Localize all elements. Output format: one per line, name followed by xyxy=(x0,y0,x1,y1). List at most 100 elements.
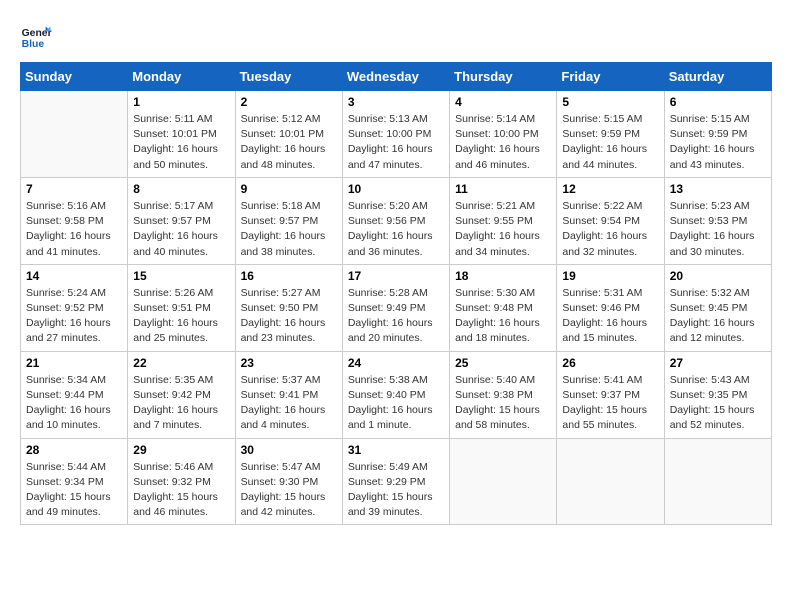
day-info: Sunrise: 5:30 AM Sunset: 9:48 PM Dayligh… xyxy=(455,286,551,347)
day-number: 25 xyxy=(455,356,551,370)
day-info: Sunrise: 5:20 AM Sunset: 9:56 PM Dayligh… xyxy=(348,199,444,260)
calendar-cell: 18 Sunrise: 5:30 AM Sunset: 9:48 PM Dayli… xyxy=(450,264,557,351)
calendar-cell: 1 Sunrise: 5:11 AM Sunset: 10:01 PM Dayli… xyxy=(128,91,235,178)
calendar-cell: 3 Sunrise: 5:13 AM Sunset: 10:00 PM Dayli… xyxy=(342,91,449,178)
calendar-cell xyxy=(21,91,128,178)
day-number: 10 xyxy=(348,182,444,196)
calendar-cell xyxy=(664,438,771,525)
calendar-cell xyxy=(450,438,557,525)
day-info: Sunrise: 5:23 AM Sunset: 9:53 PM Dayligh… xyxy=(670,199,766,260)
day-number: 1 xyxy=(133,95,229,109)
weekday-header-monday: Monday xyxy=(128,63,235,91)
weekday-header-friday: Friday xyxy=(557,63,664,91)
day-number: 20 xyxy=(670,269,766,283)
logo-icon: General Blue xyxy=(20,20,52,52)
day-info: Sunrise: 5:37 AM Sunset: 9:41 PM Dayligh… xyxy=(241,373,337,434)
calendar-cell: 17Sunrise: 5:28 AM Sunset: 9:49 PM Dayli… xyxy=(342,264,449,351)
day-info: Sunrise: 5:21 AM Sunset: 9:55 PM Dayligh… xyxy=(455,199,551,260)
weekday-header-saturday: Saturday xyxy=(664,63,771,91)
logo: General Blue xyxy=(20,20,52,52)
calendar-cell: 8Sunrise: 5:17 AM Sunset: 9:57 PM Daylig… xyxy=(128,177,235,264)
day-number: 17 xyxy=(348,269,444,283)
calendar-cell: 26 Sunrise: 5:41 AM Sunset: 9:37 PM Dayli… xyxy=(557,351,664,438)
day-info: Sunrise: 5:38 AM Sunset: 9:40 PM Dayligh… xyxy=(348,373,444,434)
day-number: 13 xyxy=(670,182,766,196)
calendar-cell: 14 Sunrise: 5:24 AM Sunset: 9:52 PM Dayli… xyxy=(21,264,128,351)
day-info: Sunrise: 5:24 AM Sunset: 9:52 PM Dayligh… xyxy=(26,286,122,347)
day-info: Sunrise: 5:27 AM Sunset: 9:50 PM Dayligh… xyxy=(241,286,337,347)
svg-text:Blue: Blue xyxy=(22,39,45,50)
calendar-cell: 13 Sunrise: 5:23 AM Sunset: 9:53 PM Dayli… xyxy=(664,177,771,264)
day-number: 27 xyxy=(670,356,766,370)
day-number: 22 xyxy=(133,356,229,370)
day-info: Sunrise: 5:31 AM Sunset: 9:46 PM Dayligh… xyxy=(562,286,658,347)
calendar-cell: 20 Sunrise: 5:32 AM Sunset: 9:45 PM Dayli… xyxy=(664,264,771,351)
day-number: 4 xyxy=(455,95,551,109)
day-info: Sunrise: 5:47 AM Sunset: 9:30 PM Dayligh… xyxy=(241,460,337,521)
day-info: Sunrise: 5:34 AM Sunset: 9:44 PM Dayligh… xyxy=(26,373,122,434)
day-number: 16 xyxy=(241,269,337,283)
calendar-cell: 25 Sunrise: 5:40 AM Sunset: 9:38 PM Dayli… xyxy=(450,351,557,438)
week-row-4: 21 Sunrise: 5:34 AM Sunset: 9:44 PM Dayli… xyxy=(21,351,772,438)
day-number: 12 xyxy=(562,182,658,196)
calendar-cell: 24 Sunrise: 5:38 AM Sunset: 9:40 PM Dayli… xyxy=(342,351,449,438)
day-info: Sunrise: 5:22 AM Sunset: 9:54 PM Dayligh… xyxy=(562,199,658,260)
calendar-cell: 5 Sunrise: 5:15 AM Sunset: 9:59 PM Daylig… xyxy=(557,91,664,178)
day-info: Sunrise: 5:15 AM Sunset: 9:59 PM Dayligh… xyxy=(670,112,766,173)
day-info: Sunrise: 5:15 AM Sunset: 9:59 PM Dayligh… xyxy=(562,112,658,173)
day-number: 5 xyxy=(562,95,658,109)
calendar-cell: 28Sunrise: 5:44 AM Sunset: 9:34 PM Dayli… xyxy=(21,438,128,525)
day-info: Sunrise: 5:26 AM Sunset: 9:51 PM Dayligh… xyxy=(133,286,229,347)
day-info: Sunrise: 5:46 AM Sunset: 9:32 PM Dayligh… xyxy=(133,460,229,521)
week-row-3: 14 Sunrise: 5:24 AM Sunset: 9:52 PM Dayli… xyxy=(21,264,772,351)
day-info: Sunrise: 5:16 AM Sunset: 9:58 PM Dayligh… xyxy=(26,199,122,260)
day-number: 11 xyxy=(455,182,551,196)
day-info: Sunrise: 5:43 AM Sunset: 9:35 PM Dayligh… xyxy=(670,373,766,434)
day-number: 9 xyxy=(241,182,337,196)
week-row-1: 1 Sunrise: 5:11 AM Sunset: 10:01 PM Dayli… xyxy=(21,91,772,178)
calendar-cell: 30 Sunrise: 5:47 AM Sunset: 9:30 PM Dayli… xyxy=(235,438,342,525)
day-info: Sunrise: 5:32 AM Sunset: 9:45 PM Dayligh… xyxy=(670,286,766,347)
calendar-cell: 23Sunrise: 5:37 AM Sunset: 9:41 PM Dayli… xyxy=(235,351,342,438)
day-number: 14 xyxy=(26,269,122,283)
calendar-table: SundayMondayTuesdayWednesdayThursdayFrid… xyxy=(20,62,772,525)
day-info: Sunrise: 5:40 AM Sunset: 9:38 PM Dayligh… xyxy=(455,373,551,434)
day-number: 18 xyxy=(455,269,551,283)
day-number: 3 xyxy=(348,95,444,109)
calendar-cell: 29Sunrise: 5:46 AM Sunset: 9:32 PM Dayli… xyxy=(128,438,235,525)
calendar-cell: 9 Sunrise: 5:18 AM Sunset: 9:57 PM Daylig… xyxy=(235,177,342,264)
day-number: 30 xyxy=(241,443,337,457)
day-info: Sunrise: 5:44 AM Sunset: 9:34 PM Dayligh… xyxy=(26,460,122,521)
day-number: 7 xyxy=(26,182,122,196)
day-info: Sunrise: 5:14 AM Sunset: 10:00 PM Daylig… xyxy=(455,112,551,173)
page-header: General Blue xyxy=(20,20,772,52)
day-info: Sunrise: 5:18 AM Sunset: 9:57 PM Dayligh… xyxy=(241,199,337,260)
calendar-cell: 2Sunrise: 5:12 AM Sunset: 10:01 PM Dayli… xyxy=(235,91,342,178)
day-number: 21 xyxy=(26,356,122,370)
day-info: Sunrise: 5:11 AM Sunset: 10:01 PM Daylig… xyxy=(133,112,229,173)
calendar-cell: 16 Sunrise: 5:27 AM Sunset: 9:50 PM Dayli… xyxy=(235,264,342,351)
calendar-cell: 27 Sunrise: 5:43 AM Sunset: 9:35 PM Dayli… xyxy=(664,351,771,438)
day-info: Sunrise: 5:12 AM Sunset: 10:01 PM Daylig… xyxy=(241,112,337,173)
day-number: 26 xyxy=(562,356,658,370)
day-info: Sunrise: 5:35 AM Sunset: 9:42 PM Dayligh… xyxy=(133,373,229,434)
calendar-cell: 22 Sunrise: 5:35 AM Sunset: 9:42 PM Dayli… xyxy=(128,351,235,438)
day-number: 15 xyxy=(133,269,229,283)
calendar-cell: 6 Sunrise: 5:15 AM Sunset: 9:59 PM Daylig… xyxy=(664,91,771,178)
day-number: 6 xyxy=(670,95,766,109)
weekday-header-wednesday: Wednesday xyxy=(342,63,449,91)
calendar-cell: 21 Sunrise: 5:34 AM Sunset: 9:44 PM Dayli… xyxy=(21,351,128,438)
calendar-cell: 19Sunrise: 5:31 AM Sunset: 9:46 PM Dayli… xyxy=(557,264,664,351)
weekday-header-thursday: Thursday xyxy=(450,63,557,91)
week-row-2: 7 Sunrise: 5:16 AM Sunset: 9:58 PM Daylig… xyxy=(21,177,772,264)
calendar-cell: 10 Sunrise: 5:20 AM Sunset: 9:56 PM Dayli… xyxy=(342,177,449,264)
day-number: 24 xyxy=(348,356,444,370)
day-info: Sunrise: 5:13 AM Sunset: 10:00 PM Daylig… xyxy=(348,112,444,173)
day-info: Sunrise: 5:41 AM Sunset: 9:37 PM Dayligh… xyxy=(562,373,658,434)
calendar-cell: 31Sunrise: 5:49 AM Sunset: 9:29 PM Dayli… xyxy=(342,438,449,525)
day-info: Sunrise: 5:49 AM Sunset: 9:29 PM Dayligh… xyxy=(348,460,444,521)
weekday-header-sunday: Sunday xyxy=(21,63,128,91)
calendar-cell xyxy=(557,438,664,525)
calendar-cell: 4 Sunrise: 5:14 AM Sunset: 10:00 PM Dayli… xyxy=(450,91,557,178)
calendar-cell: 12 Sunrise: 5:22 AM Sunset: 9:54 PM Dayli… xyxy=(557,177,664,264)
